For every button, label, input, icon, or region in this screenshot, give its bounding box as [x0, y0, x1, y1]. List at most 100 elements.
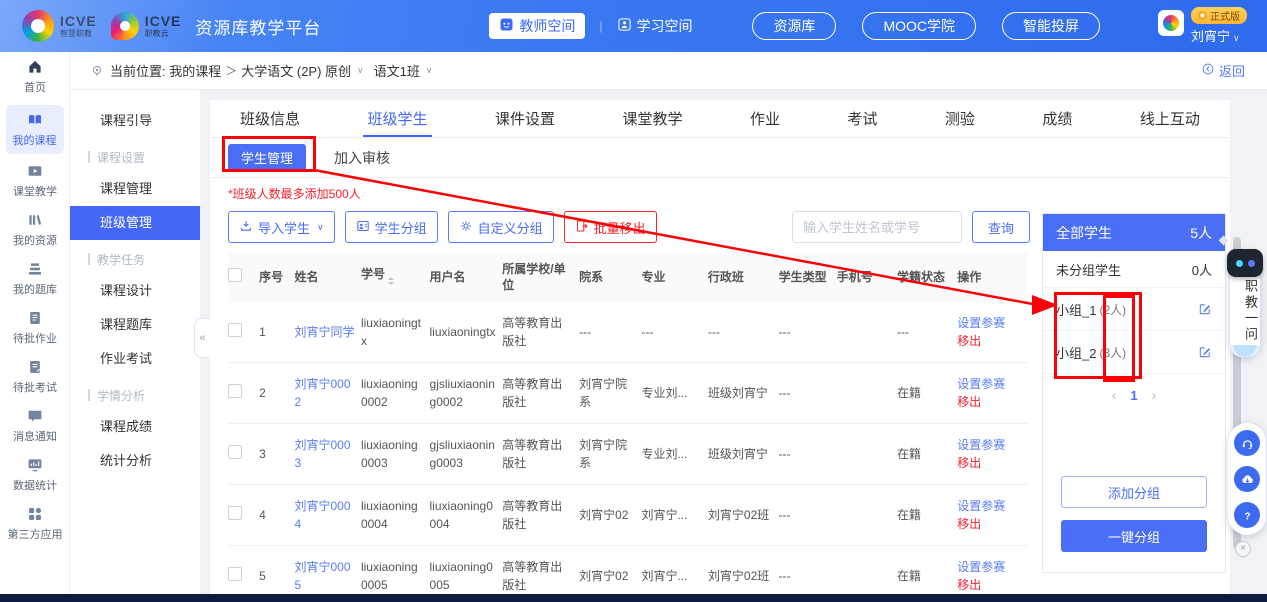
breadcrumb-class[interactable]: 语文1班: [374, 61, 420, 80]
edit-group-icon[interactable]: [1198, 345, 1212, 359]
rail-item-label: 第三方应用: [8, 526, 63, 542]
set-contest-link[interactable]: 设置参赛: [957, 436, 1022, 454]
rail-item-teach[interactable]: 课堂教学: [0, 156, 70, 205]
cell-student-type: ---: [779, 302, 837, 363]
column-header: 学籍状态: [897, 252, 957, 302]
tab-7[interactable]: 成绩: [1042, 100, 1072, 137]
column-header: 姓名: [294, 252, 360, 302]
sidebar-item-7[interactable]: 作业考试: [70, 342, 200, 376]
edit-group-icon[interactable]: [1198, 302, 1212, 316]
student-name-link[interactable]: 刘宵宁0003: [294, 438, 350, 470]
search-input[interactable]: [792, 211, 962, 243]
tab-student-manage[interactable]: 学生管理: [228, 144, 306, 172]
rail-item-stats[interactable]: 数据统计: [0, 450, 70, 499]
learning-space-button[interactable]: 学习空间: [617, 13, 693, 39]
row-checkbox[interactable]: [228, 445, 242, 459]
smart-cast-button[interactable]: 智能投屏: [1002, 12, 1100, 40]
remove-link[interactable]: 移出: [957, 576, 1022, 594]
table-row: 2刘宵宁0002liuxiaoning0002gjsliuxiaoning000…: [228, 363, 1028, 424]
sidebar-item-10[interactable]: 统计分析: [70, 444, 200, 478]
chevron-down-icon[interactable]: ∨: [426, 65, 433, 76]
select-all-checkbox[interactable]: [228, 268, 242, 282]
add-group-button[interactable]: 添加分组: [1061, 476, 1207, 508]
sidebar-collapse-button[interactable]: «: [194, 318, 210, 358]
tab-6[interactable]: 测验: [945, 100, 975, 137]
resource-library-button[interactable]: 资源库: [752, 12, 836, 40]
set-contest-link[interactable]: 设置参赛: [957, 558, 1022, 576]
user-name[interactable]: 刘宵宁∨: [1191, 26, 1247, 45]
remove-link[interactable]: 移出: [957, 393, 1022, 411]
version-badge-label: 正式版: [1210, 8, 1240, 23]
rail-item-bank[interactable]: 我的题库: [0, 254, 70, 303]
page-prev-icon[interactable]: ‹: [1112, 387, 1117, 403]
page-number[interactable]: 1: [1130, 388, 1137, 403]
group-row[interactable]: 小组_1 (2人): [1043, 288, 1225, 331]
remove-link[interactable]: 移出: [957, 515, 1022, 533]
tab-join-review[interactable]: 加入审核: [334, 148, 390, 168]
set-contest-link[interactable]: 设置参赛: [957, 497, 1022, 515]
batch-remove-button[interactable]: 批量移出: [564, 211, 657, 243]
rail-item-course[interactable]: 我的课程: [6, 105, 64, 154]
cell-index: 2: [259, 363, 294, 424]
rail-item-apps[interactable]: 第三方应用: [0, 499, 70, 548]
rail-item-resource[interactable]: 我的资源: [0, 205, 70, 254]
row-checkbox[interactable]: [228, 323, 242, 337]
user-block[interactable]: 正式版 刘宵宁∨: [1158, 7, 1247, 45]
header-right: 资源库 MOOC学院 智能投屏 正式版 刘宵宁∨: [752, 7, 1247, 45]
help-float-pill: ?: [1228, 423, 1266, 535]
mooc-college-button[interactable]: MOOC学院: [862, 12, 976, 40]
remove-link[interactable]: 移出: [957, 332, 1022, 350]
tab-2[interactable]: 课件设置: [495, 100, 555, 137]
sidebar-item-9[interactable]: 课程成绩: [70, 410, 200, 444]
customer-service-button[interactable]: [1234, 430, 1260, 456]
import-students-button[interactable]: 导入学生 ∨: [228, 211, 335, 243]
cell-school: 高等教育出版社: [502, 485, 579, 546]
breadcrumb-course[interactable]: 大学语文 (2P) 原创: [241, 61, 351, 80]
tab-3[interactable]: 课堂教学: [622, 100, 682, 137]
tab-4[interactable]: 作业: [750, 100, 780, 137]
rail-item-message[interactable]: 消息通知: [0, 401, 70, 450]
close-float-button[interactable]: ×: [1235, 541, 1251, 557]
rail-item-homework[interactable]: 待批作业: [0, 303, 70, 352]
rail-item-home[interactable]: 首页: [0, 52, 70, 101]
group-row[interactable]: 小组_2 (3人): [1043, 331, 1225, 374]
sidebar-item-5[interactable]: 课程设计: [70, 274, 200, 308]
sidebar-section-label: 学情分析: [70, 380, 200, 410]
assistant-widget[interactable]: 职教一问: [1226, 243, 1264, 359]
student-name-link[interactable]: 刘宵宁0002: [294, 377, 350, 409]
sidebar-item-2[interactable]: 课程管理: [70, 172, 200, 206]
student-group-button[interactable]: 学生分组: [345, 211, 438, 243]
tab-0[interactable]: 班级信息: [240, 100, 300, 137]
ungrouped-students-row[interactable]: 未分组学生 0人: [1043, 251, 1225, 288]
rail-item-exam[interactable]: 待批考试: [0, 352, 70, 401]
help-button[interactable]: ?: [1234, 502, 1260, 528]
sort-icon[interactable]: [388, 274, 394, 288]
page-next-icon[interactable]: ›: [1152, 387, 1157, 403]
remove-link[interactable]: 移出: [957, 454, 1022, 472]
row-checkbox[interactable]: [228, 384, 242, 398]
tab-1[interactable]: 班级学生: [367, 100, 427, 137]
row-checkbox[interactable]: [228, 506, 242, 520]
sidebar-item-6[interactable]: 课程题库: [70, 308, 200, 342]
student-name-link[interactable]: 刘宵宁0005: [294, 560, 350, 592]
tab-5[interactable]: 考试: [847, 100, 877, 137]
student-name-link[interactable]: 刘宵宁0004: [294, 499, 350, 531]
chevron-down-icon[interactable]: ∨: [357, 65, 364, 76]
set-contest-link[interactable]: 设置参赛: [957, 375, 1022, 393]
search-button[interactable]: 查询: [972, 211, 1030, 243]
row-checkbox[interactable]: [228, 567, 242, 581]
sidebar-item-3[interactable]: 班级管理: [70, 206, 200, 240]
rail-item-label: 我的资源: [13, 232, 57, 248]
sidebar-item-0[interactable]: 课程引导: [70, 104, 200, 138]
set-contest-link[interactable]: 设置参赛: [957, 314, 1022, 332]
tab-8[interactable]: 线上互动: [1140, 100, 1200, 137]
back-button[interactable]: 返回: [1201, 61, 1245, 80]
all-students-row[interactable]: 全部学生 5人: [1043, 214, 1225, 251]
student-name-link[interactable]: 刘宵宁同学: [294, 325, 354, 339]
teacher-space-button[interactable]: 教师空间: [489, 13, 585, 39]
cell-major: 专业刘...: [641, 424, 707, 485]
custom-group-button[interactable]: 自定义分组: [448, 211, 554, 243]
auto-group-button[interactable]: 一键分组: [1061, 520, 1207, 552]
download-center-button[interactable]: [1234, 466, 1260, 492]
remove-doc-icon: [575, 219, 589, 236]
